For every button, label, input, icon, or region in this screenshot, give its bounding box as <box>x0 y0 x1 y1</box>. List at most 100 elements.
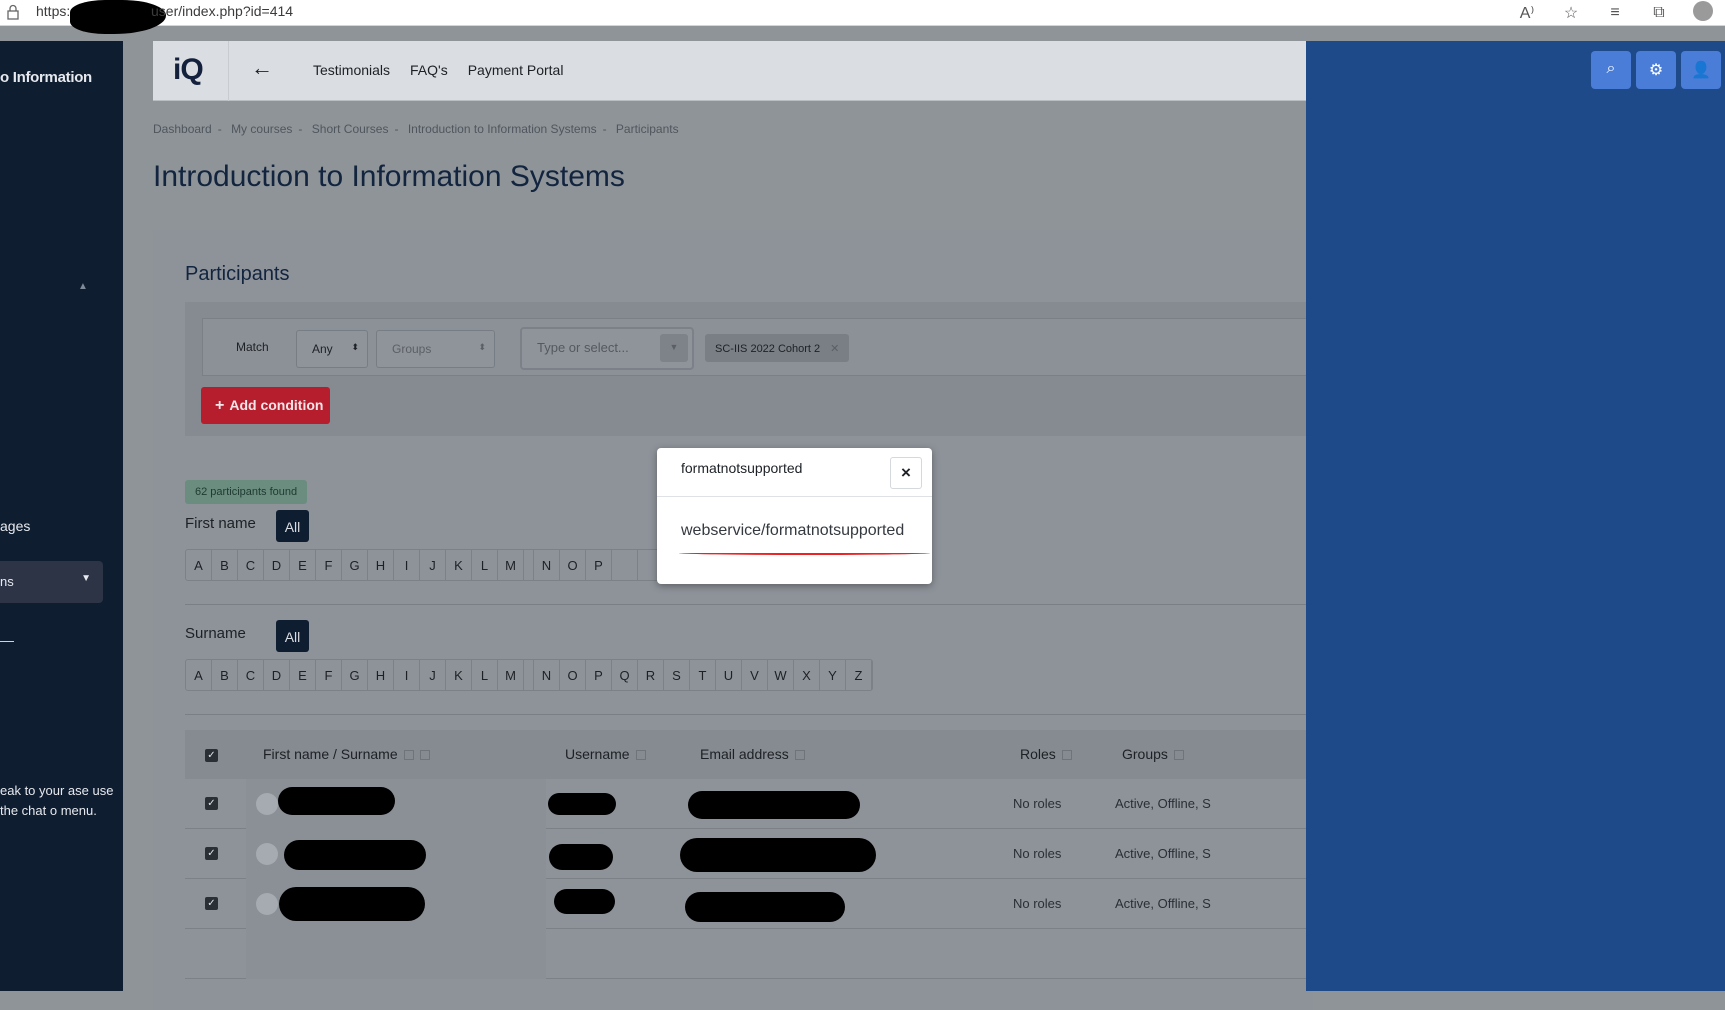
type-or-select-input[interactable]: Type or select... ▼ <box>520 327 694 370</box>
letter-h[interactable]: H <box>368 550 394 580</box>
letter-i[interactable]: I <box>394 550 420 580</box>
favorite-star-icon[interactable]: ☆ <box>1549 3 1593 23</box>
sidebar-item-pages[interactable]: ages <box>0 518 30 534</box>
letter-n[interactable]: N <box>534 660 560 690</box>
letter-w[interactable]: W <box>768 660 794 690</box>
collapse-column-icon[interactable] <box>635 750 646 761</box>
remove-tag-icon[interactable]: ✕ <box>830 343 839 355</box>
sidebar-course-title[interactable]: o Information <box>0 69 92 86</box>
letter-g[interactable]: G <box>342 660 368 690</box>
letter-k[interactable]: K <box>446 660 472 690</box>
breadcrumb-my-courses[interactable]: My courses <box>231 122 292 136</box>
breadcrumb-course[interactable]: Introduction to Information Systems <box>408 122 597 136</box>
close-icon[interactable]: × <box>890 457 922 489</box>
breadcrumb-dashboard[interactable]: Dashboard <box>153 122 212 136</box>
breadcrumb-short-courses[interactable]: Short Courses <box>312 122 389 136</box>
select-all-checkbox[interactable]: ✓ <box>205 749 218 762</box>
sidebar-dropdown[interactable]: ns ▼ <box>0 561 103 603</box>
letter-i[interactable]: I <box>394 660 420 690</box>
letter-y[interactable]: Y <box>820 660 846 690</box>
row-checkbox[interactable]: ✓ <box>205 797 218 810</box>
collections-icon[interactable]: ⧉ <box>1637 4 1681 22</box>
collapse-column-icon[interactable] <box>1061 750 1072 761</box>
site-logo[interactable]: iQ <box>173 53 204 87</box>
collapse-column-icon[interactable] <box>419 750 430 761</box>
letter-u[interactable]: U <box>716 660 742 690</box>
letter-o[interactable]: O <box>560 550 586 580</box>
firstname-all-button[interactable]: All <box>276 510 309 542</box>
letter-l[interactable]: L <box>472 660 498 690</box>
letter-t[interactable]: T <box>690 660 716 690</box>
dropdown-arrow-icon[interactable]: ▼ <box>660 334 688 362</box>
letter-f[interactable]: F <box>316 550 342 580</box>
letter-f[interactable]: F <box>316 660 342 690</box>
user-avatar[interactable] <box>256 843 278 865</box>
table-row <box>185 929 1313 979</box>
back-arrow-icon[interactable]: ← <box>251 55 273 81</box>
letter-q[interactable]: Q <box>612 660 638 690</box>
letter-g[interactable]: G <box>342 550 368 580</box>
nav-link-faqs[interactable]: FAQ's <box>410 62 448 78</box>
letter-n[interactable]: N <box>534 550 560 580</box>
letter-p[interactable]: P <box>586 550 612 580</box>
chevron-up-icon[interactable]: ▲ <box>78 281 88 292</box>
letter-d[interactable]: D <box>264 660 290 690</box>
header-username[interactable]: Username <box>565 746 646 762</box>
header-name[interactable]: First name / Surname <box>263 746 430 762</box>
collapse-column-icon[interactable] <box>1173 750 1184 761</box>
url-end[interactable]: user/index.php?id=414 <box>151 3 293 19</box>
roles-cell[interactable]: No roles <box>1013 846 1061 861</box>
letter-d[interactable]: D <box>264 550 290 580</box>
letter-z[interactable]: Z <box>846 660 872 690</box>
letter-b[interactable]: B <box>212 550 238 580</box>
roles-cell[interactable]: No roles <box>1013 796 1061 811</box>
letter-v[interactable]: V <box>742 660 768 690</box>
groups-cell[interactable]: Active, Offline, S <box>1115 896 1211 911</box>
letter-b[interactable]: B <box>212 660 238 690</box>
row-checkbox[interactable]: ✓ <box>205 847 218 860</box>
favorites-list-icon[interactable]: ≡ <box>1593 4 1637 22</box>
letter-s[interactable]: S <box>664 660 690 690</box>
groups-select[interactable]: Groups ⬍ <box>376 330 495 368</box>
letter-x[interactable]: X <box>794 660 820 690</box>
letter-c[interactable]: C <box>238 550 264 580</box>
header-groups[interactable]: Groups <box>1122 746 1184 762</box>
letter-o[interactable]: O <box>560 660 586 690</box>
row-checkbox[interactable]: ✓ <box>205 897 218 910</box>
letter-e[interactable]: E <box>290 660 316 690</box>
letter-c[interactable]: C <box>238 660 264 690</box>
url-start[interactable]: https: <box>36 3 70 19</box>
profile-icon[interactable] <box>1681 0 1725 26</box>
search-icon[interactable]: ⌕ <box>1591 51 1631 89</box>
collapse-column-icon[interactable] <box>794 750 805 761</box>
letter-r[interactable]: R <box>638 660 664 690</box>
match-select[interactable]: Any ⬍ <box>296 330 368 368</box>
letter-a[interactable]: A <box>186 550 212 580</box>
nav-link-testimonials[interactable]: Testimonials <box>313 62 390 78</box>
letter-p[interactable]: P <box>586 660 612 690</box>
user-avatar[interactable] <box>256 893 278 915</box>
gear-icon[interactable]: ⚙ <box>1636 51 1676 89</box>
letter-j[interactable]: J <box>420 660 446 690</box>
surname-all-button[interactable]: All <box>276 620 309 652</box>
nav-link-payment-portal[interactable]: Payment Portal <box>468 62 564 78</box>
roles-cell[interactable]: No roles <box>1013 896 1061 911</box>
letter-l[interactable]: L <box>472 550 498 580</box>
user-avatar[interactable] <box>256 793 278 815</box>
letter-j[interactable]: J <box>420 550 446 580</box>
letter-a[interactable]: A <box>186 660 212 690</box>
header-roles[interactable]: Roles <box>1020 746 1072 762</box>
letter-m[interactable]: M <box>498 550 524 580</box>
read-aloud-icon[interactable]: A⁾ <box>1505 3 1549 23</box>
header-email[interactable]: Email address <box>700 746 805 762</box>
groups-cell[interactable]: Active, Offline, S <box>1115 846 1211 861</box>
letter-m[interactable]: M <box>498 660 524 690</box>
user-icon[interactable]: 👤 <box>1681 51 1721 89</box>
groups-cell[interactable]: Active, Offline, S <box>1115 796 1211 811</box>
letter-h[interactable]: H <box>368 660 394 690</box>
letter-hidden[interactable] <box>612 550 638 580</box>
letter-k[interactable]: K <box>446 550 472 580</box>
add-condition-button[interactable]: + Add condition <box>201 387 330 424</box>
letter-e[interactable]: E <box>290 550 316 580</box>
collapse-column-icon[interactable] <box>403 750 414 761</box>
